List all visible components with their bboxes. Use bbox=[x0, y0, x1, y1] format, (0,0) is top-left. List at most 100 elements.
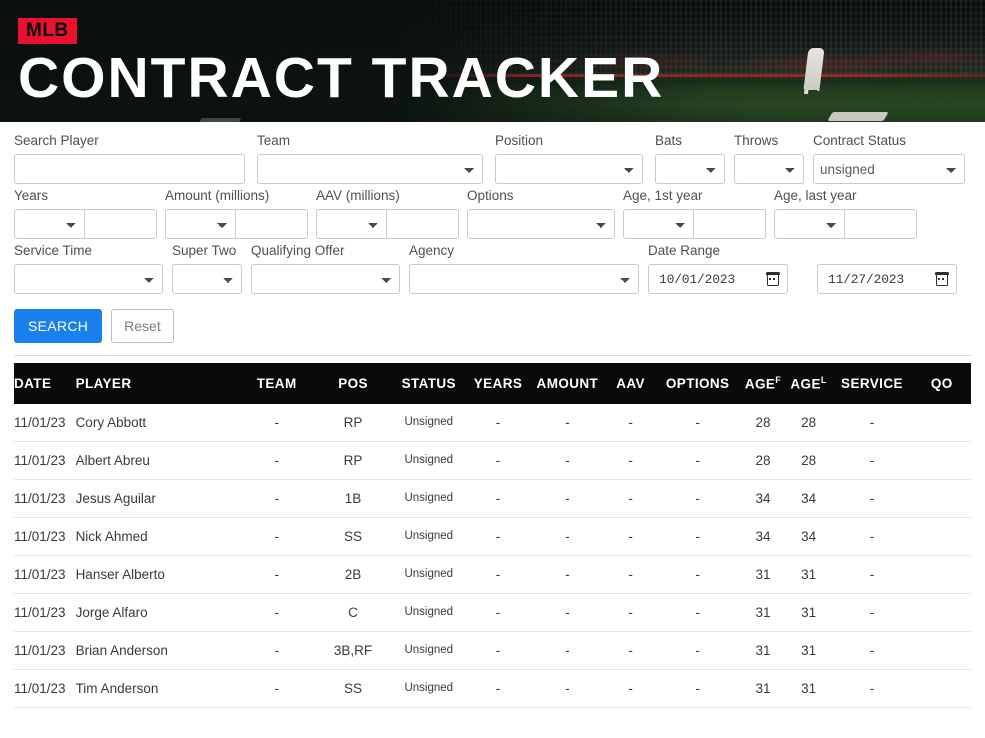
filter-search-player: Search Player bbox=[14, 132, 245, 184]
age-last-value-input[interactable] bbox=[844, 209, 917, 239]
calendar-icon[interactable] bbox=[766, 271, 780, 286]
amount-label: Amount (millions) bbox=[165, 188, 270, 203]
section-divider bbox=[14, 355, 971, 356]
super-two-label: Super Two bbox=[172, 243, 237, 258]
column-header-status[interactable]: STATUS bbox=[390, 363, 468, 404]
throws-select[interactable] bbox=[734, 154, 804, 184]
column-header-age_first[interactable]: AGEF bbox=[740, 363, 786, 404]
cell-years: - bbox=[467, 631, 529, 670]
cell-player: Nick Ahmed bbox=[75, 517, 238, 556]
cell-age_first: 31 bbox=[740, 669, 786, 708]
cell-team: - bbox=[237, 479, 316, 518]
table-body: 11/01/23 Cory Abbott - RP Unsigned - - - -28 28-1… bbox=[14, 403, 971, 708]
cell-status: Unsigned bbox=[390, 441, 468, 480]
filter-date-range: Date Range 10/01/2023 11/27/2023 bbox=[648, 242, 957, 294]
cell-pos: SS bbox=[315, 669, 391, 708]
age-first-value-input[interactable] bbox=[693, 209, 766, 239]
column-header-team[interactable]: TEAM bbox=[237, 363, 316, 404]
date-range-start-value: 10/01/2023 bbox=[659, 271, 736, 287]
filter-team: Team bbox=[257, 132, 483, 184]
filter-bats: Bats bbox=[655, 132, 725, 184]
cell-options: - bbox=[655, 555, 741, 594]
table-row[interactable]: 11/01/23 Brian Anderson -3B,RF Unsigned - - - -… bbox=[14, 631, 971, 670]
super-two-select[interactable] bbox=[172, 264, 242, 294]
cell-date: 11/01/23 bbox=[14, 517, 76, 556]
cell-amount: - bbox=[528, 479, 607, 518]
column-header-years[interactable]: YEARS bbox=[467, 363, 529, 404]
cell-age_last: 28 bbox=[785, 441, 832, 480]
bats-label: Bats bbox=[655, 133, 683, 148]
position-select[interactable] bbox=[495, 154, 643, 184]
search-button[interactable]: SEARCH bbox=[14, 309, 103, 343]
cell-team: - bbox=[237, 555, 316, 594]
qualifying-offer-select[interactable] bbox=[251, 264, 400, 294]
filter-actions: SEARCH Reset bbox=[14, 309, 971, 347]
reset-button[interactable]: Reset bbox=[111, 309, 174, 343]
cell-pos: SS bbox=[315, 517, 391, 556]
filter-panel: Search Player Team Position Bats Throws bbox=[0, 122, 985, 347]
cell-years: - bbox=[467, 441, 529, 480]
contract-status-select[interactable]: unsigned bbox=[813, 154, 965, 184]
cell-age_first: 31 bbox=[740, 631, 786, 670]
amount-operator-select[interactable] bbox=[165, 209, 235, 239]
agency-select[interactable] bbox=[409, 264, 639, 294]
team-select[interactable] bbox=[257, 154, 483, 184]
cell-qo bbox=[912, 593, 971, 632]
table-row[interactable]: 11/01/23 Jesus Aguilar -1B Unsigned - - - -34 34… bbox=[14, 479, 971, 518]
column-header-qo[interactable]: QO bbox=[912, 363, 971, 404]
cell-status: Unsigned bbox=[390, 403, 468, 442]
cell-qo bbox=[912, 441, 971, 480]
cell-service: - bbox=[831, 479, 913, 518]
cell-pos: 3B,RF bbox=[315, 631, 391, 670]
contract-status-label: Contract Status bbox=[813, 133, 907, 148]
cell-service: - bbox=[831, 403, 913, 442]
options-select[interactable] bbox=[467, 209, 615, 239]
cell-player: Jesus Aguilar bbox=[75, 479, 238, 518]
cell-age_last: 28 bbox=[785, 403, 832, 442]
column-header-aav[interactable]: AAV bbox=[606, 363, 656, 404]
column-header-player[interactable]: PLAYER bbox=[75, 363, 238, 404]
bats-select[interactable] bbox=[655, 154, 725, 184]
column-header-amount[interactable]: AMOUNT bbox=[528, 363, 607, 404]
cell-options: - bbox=[655, 441, 741, 480]
cell-options: - bbox=[655, 631, 741, 670]
service-time-label: Service Time bbox=[14, 243, 93, 258]
column-header-age_last[interactable]: AGEL bbox=[785, 363, 832, 404]
table-row[interactable]: 11/01/23 Jorge Alfaro - C Unsigned - - - -31 31- bbox=[14, 593, 971, 632]
date-range-start-input[interactable]: 10/01/2023 bbox=[648, 264, 788, 294]
cell-player: Brian Anderson bbox=[75, 631, 238, 670]
cell-years: - bbox=[467, 479, 529, 518]
cell-options: - bbox=[655, 517, 741, 556]
amount-value-input[interactable] bbox=[235, 209, 308, 239]
cell-status: Unsigned bbox=[390, 517, 468, 556]
cell-player: Jorge Alfaro bbox=[75, 593, 238, 632]
column-header-pos[interactable]: POS bbox=[315, 363, 391, 404]
cell-date: 11/01/23 bbox=[14, 631, 76, 670]
cell-age_first: 34 bbox=[740, 517, 786, 556]
table-row[interactable]: 11/01/23 Nick Ahmed - SS Unsigned - - - -34 34- bbox=[14, 517, 971, 556]
column-header-options[interactable]: OPTIONS bbox=[655, 363, 741, 404]
column-header-service[interactable]: SERVICE bbox=[831, 363, 913, 404]
table-row[interactable]: 11/01/23 Hanser Alberto -2B Unsigned - - - -31 3… bbox=[14, 555, 971, 594]
filter-options: Options bbox=[467, 187, 615, 239]
aav-operator-select[interactable] bbox=[316, 209, 386, 239]
cell-aav: - bbox=[606, 479, 656, 518]
table-header: DATE PLAYER TEAM POS STATUS YEARS AMOUNT AAV OPT… bbox=[14, 363, 971, 404]
search-player-input[interactable] bbox=[14, 154, 245, 184]
age-first-operator-select[interactable] bbox=[623, 209, 693, 239]
calendar-icon[interactable] bbox=[935, 271, 949, 286]
cell-amount: - bbox=[528, 555, 607, 594]
table-row[interactable]: 11/01/23 Tim Anderson - SS Unsigned - - - -31 31- bbox=[14, 669, 971, 708]
cell-aav: - bbox=[606, 441, 656, 480]
cell-years: - bbox=[467, 555, 529, 594]
years-operator-select[interactable] bbox=[14, 209, 84, 239]
age-last-operator-select[interactable] bbox=[774, 209, 844, 239]
aav-value-input[interactable] bbox=[386, 209, 459, 239]
date-range-end-input[interactable]: 11/27/2023 bbox=[817, 264, 957, 294]
column-header-date[interactable]: DATE bbox=[14, 363, 76, 404]
table-row[interactable]: 11/01/23 Cory Abbott - RP Unsigned - - - -28 28- bbox=[14, 403, 971, 442]
table-row[interactable]: 11/01/23 Albert Abreu - RP Unsigned - - - -28 28- bbox=[14, 441, 971, 480]
service-time-select[interactable] bbox=[14, 264, 163, 294]
years-value-input[interactable] bbox=[84, 209, 157, 239]
page-banner: MLB CONTRACT TRACKER bbox=[0, 0, 985, 122]
